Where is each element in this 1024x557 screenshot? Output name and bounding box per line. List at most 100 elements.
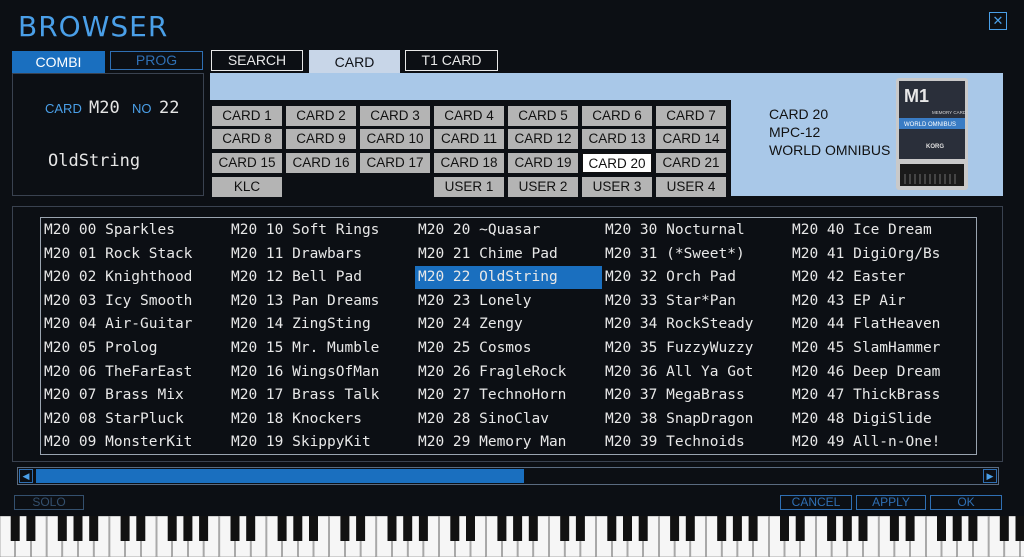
black-key[interactable] — [277, 516, 287, 541]
black-key[interactable] — [858, 516, 868, 541]
program-item[interactable]: M20 31 (*Sweet*) — [602, 243, 789, 266]
horizontal-scrollbar[interactable]: ◀ ▶ — [17, 467, 999, 485]
cancel-button[interactable]: CANCEL — [780, 495, 852, 510]
program-item[interactable]: M20 39 Technoids — [602, 431, 789, 454]
program-item[interactable]: M20 14 ZingSting — [228, 313, 415, 336]
program-item[interactable]: M20 08 StarPluck — [41, 408, 228, 431]
card-button-card-12[interactable]: CARD 12 — [508, 129, 578, 149]
black-key[interactable] — [748, 516, 758, 541]
black-key[interactable] — [638, 516, 648, 541]
black-key[interactable] — [999, 516, 1009, 541]
card-button-card-1[interactable]: CARD 1 — [212, 106, 282, 126]
program-item[interactable]: M20 06 TheFarEast — [41, 361, 228, 384]
card-button-card-6[interactable]: CARD 6 — [582, 106, 652, 126]
program-item[interactable]: M20 04 Air-Guitar — [41, 313, 228, 336]
program-item[interactable]: M20 15 Mr. Mumble — [228, 337, 415, 360]
black-key[interactable] — [167, 516, 177, 541]
program-item[interactable]: M20 09 MonsterKit — [41, 431, 228, 454]
card-button-card-14[interactable]: CARD 14 — [656, 129, 726, 149]
program-item[interactable]: M20 41 DigiOrg/Bs — [789, 243, 976, 266]
program-item[interactable]: M20 40 Ice Dream — [789, 219, 976, 242]
program-item[interactable]: M20 21 Chime Pad — [415, 243, 602, 266]
black-key[interactable] — [905, 516, 915, 541]
program-item[interactable]: M20 48 DigiSlide — [789, 408, 976, 431]
program-item[interactable]: M20 33 Star*Pan — [602, 290, 789, 313]
program-item[interactable]: M20 25 Cosmos — [415, 337, 602, 360]
program-item[interactable]: M20 17 Brass Talk — [228, 384, 415, 407]
black-key[interactable] — [403, 516, 413, 541]
card-button-card-8[interactable]: CARD 8 — [212, 129, 282, 149]
card-button-card-20[interactable]: CARD 20 — [582, 153, 652, 173]
black-key[interactable] — [937, 516, 946, 541]
program-item[interactable]: M20 23 Lonely — [415, 290, 602, 313]
black-key[interactable] — [717, 516, 727, 541]
card-button-card-10[interactable]: CARD 10 — [360, 129, 430, 149]
card-button-user-3[interactable]: USER 3 — [582, 177, 652, 197]
program-item[interactable]: M20 27 TechnoHorn — [415, 384, 602, 407]
ok-button[interactable]: OK — [930, 495, 1002, 510]
black-key[interactable] — [309, 516, 318, 541]
black-key[interactable] — [89, 516, 99, 541]
program-item[interactable]: M20 01 Rock Stack — [41, 243, 228, 266]
tab-card[interactable]: CARD — [309, 50, 400, 74]
program-item[interactable]: M20 45 SlamHammer — [789, 337, 976, 360]
card-button-card-5[interactable]: CARD 5 — [508, 106, 578, 126]
black-key[interactable] — [968, 516, 978, 541]
program-item[interactable]: M20 05 Prolog — [41, 337, 228, 360]
black-key[interactable] — [780, 516, 789, 541]
black-key[interactable] — [418, 516, 428, 541]
program-item[interactable]: M20 47 ThickBrass — [789, 384, 976, 407]
card-button-user-4[interactable]: USER 4 — [656, 177, 726, 197]
program-item[interactable]: M20 18 Knockers — [228, 408, 415, 431]
card-button-card-13[interactable]: CARD 13 — [582, 129, 652, 149]
program-item[interactable]: M20 26 FragleRock — [415, 361, 602, 384]
left-arrow-icon[interactable]: ◀ — [19, 469, 33, 483]
black-key[interactable] — [1015, 516, 1024, 541]
card-button-card-2[interactable]: CARD 2 — [286, 106, 356, 126]
program-item[interactable]: M20 00 Sparkles — [41, 219, 228, 242]
tab-t1-card[interactable]: T1 CARD — [405, 50, 498, 71]
program-item[interactable]: M20 22 OldString — [415, 266, 602, 290]
program-item[interactable]: M20 36 All Ya Got — [602, 361, 789, 384]
program-item[interactable]: M20 11 Drawbars — [228, 243, 415, 266]
program-item[interactable]: M20 30 Nocturnal — [602, 219, 789, 242]
program-item[interactable]: M20 32 Orch Pad — [602, 266, 789, 289]
solo-button[interactable]: SOLO — [14, 495, 84, 510]
black-key[interactable] — [670, 516, 680, 541]
black-key[interactable] — [623, 516, 632, 541]
black-key[interactable] — [607, 516, 617, 541]
black-key[interactable] — [136, 516, 146, 541]
black-key[interactable] — [120, 516, 130, 541]
black-key[interactable] — [513, 516, 523, 541]
program-item[interactable]: M20 12 Bell Pad — [228, 266, 415, 289]
black-key[interactable] — [528, 516, 538, 541]
combi-button[interactable]: COMBI — [12, 51, 105, 73]
card-button-card-16[interactable]: CARD 16 — [286, 153, 356, 173]
black-key[interactable] — [450, 516, 460, 541]
black-key[interactable] — [575, 516, 585, 541]
black-key[interactable] — [466, 516, 475, 541]
black-key[interactable] — [183, 516, 193, 541]
program-item[interactable]: M20 07 Brass Mix — [41, 384, 228, 407]
card-button-card-11[interactable]: CARD 11 — [434, 129, 504, 149]
black-key[interactable] — [230, 516, 240, 541]
black-key[interactable] — [199, 516, 209, 541]
program-item[interactable]: M20 38 SnapDragon — [602, 408, 789, 431]
card-button-card-17[interactable]: CARD 17 — [360, 153, 430, 173]
program-item[interactable]: M20 20 ~Quasar — [415, 219, 602, 242]
program-item[interactable]: M20 35 FuzzyWuzzy — [602, 337, 789, 360]
black-key[interactable] — [293, 516, 303, 541]
program-item[interactable]: M20 42 Easter — [789, 266, 976, 289]
black-key[interactable] — [340, 516, 350, 541]
card-button-user-1[interactable]: USER 1 — [434, 177, 504, 197]
black-key[interactable] — [732, 516, 742, 541]
program-item[interactable]: M20 16 WingsOfMan — [228, 361, 415, 384]
card-button-card-9[interactable]: CARD 9 — [286, 129, 356, 149]
card-button-card-4[interactable]: CARD 4 — [434, 106, 504, 126]
black-key[interactable] — [387, 516, 397, 541]
black-key[interactable] — [57, 516, 67, 541]
right-arrow-icon[interactable]: ▶ — [983, 469, 997, 483]
black-key[interactable] — [795, 516, 805, 541]
scrollbar-thumb[interactable] — [36, 469, 524, 483]
program-item[interactable]: M20 10 Soft Rings — [228, 219, 415, 242]
